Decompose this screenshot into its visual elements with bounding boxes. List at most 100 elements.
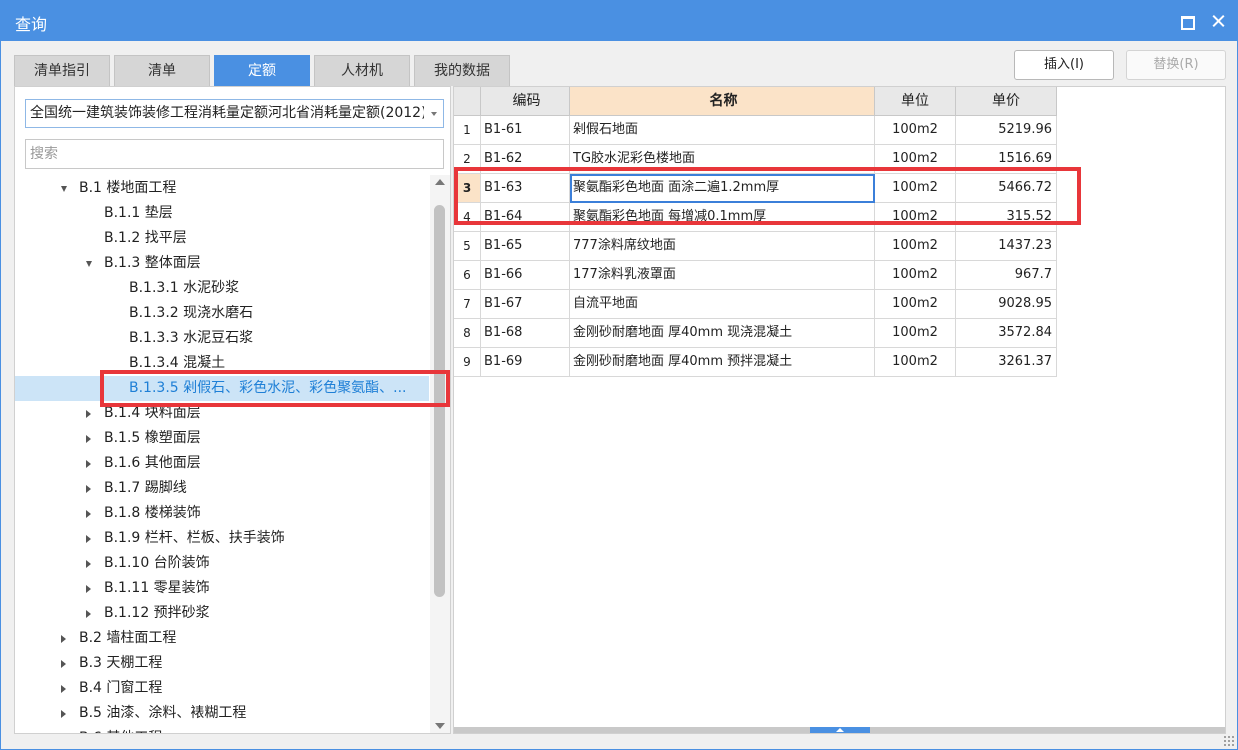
- quota-library-select[interactable]: 全国统一建筑装饰装修工程消耗量定额河北省消耗量定额(2012): [25, 99, 444, 128]
- tab-my-data[interactable]: 我的数据: [414, 55, 510, 86]
- tree-node[interactable]: B.1.3.1 水泥砂浆: [15, 276, 429, 301]
- cell-name[interactable]: 自流平地面: [570, 290, 875, 319]
- row-number[interactable]: 1: [454, 116, 481, 145]
- cell-code[interactable]: B1-69: [481, 348, 570, 377]
- cell-name[interactable]: 金刚砂耐磨地面 厚40mm 预拌混凝土: [570, 348, 875, 377]
- cell-name[interactable]: 剁假石地面: [570, 116, 875, 145]
- tree-node[interactable]: B.1.10 台阶装饰: [15, 551, 429, 576]
- tree-node[interactable]: B.1.4 块料面层: [15, 401, 429, 426]
- tab-list[interactable]: 清单: [114, 55, 210, 86]
- cell-price[interactable]: 5219.96: [956, 116, 1057, 145]
- maximize-icon[interactable]: [1175, 9, 1199, 33]
- cell-unit[interactable]: 100m2: [875, 203, 956, 232]
- cell-price[interactable]: 967.7: [956, 261, 1057, 290]
- cell-name[interactable]: TG胶水泥彩色楼地面: [570, 145, 875, 174]
- cell-unit[interactable]: 100m2: [875, 116, 956, 145]
- cell-code[interactable]: B1-64: [481, 203, 570, 232]
- tree-node[interactable]: B.1.7 踢脚线: [15, 476, 429, 501]
- cell-code[interactable]: B1-68: [481, 319, 570, 348]
- table-row[interactable]: 2 B1-62 TG胶水泥彩色楼地面 100m2 1516.69: [454, 145, 1057, 174]
- table-row[interactable]: 9 B1-69 金刚砂耐磨地面 厚40mm 预拌混凝土 100m2 3261.37: [454, 348, 1057, 377]
- caret-right-icon[interactable]: [86, 485, 91, 493]
- table-row[interactable]: 1 B1-61 剁假石地面 100m2 5219.96: [454, 116, 1057, 145]
- cell-unit[interactable]: 100m2: [875, 174, 956, 203]
- tree-node[interactable]: B.1.3.2 现浇水磨石: [15, 301, 429, 326]
- tree-node[interactable]: B.1.2 找平层: [15, 226, 429, 251]
- column-header-unit[interactable]: 单位: [875, 87, 956, 116]
- cell-price[interactable]: 3572.84: [956, 319, 1057, 348]
- tree-node[interactable]: B.1.12 预拌砂浆: [15, 601, 429, 626]
- cell-code[interactable]: B1-65: [481, 232, 570, 261]
- cell-unit[interactable]: 100m2: [875, 319, 956, 348]
- table-row[interactable]: 5 B1-65 777涂料席纹地面 100m2 1437.23: [454, 232, 1057, 261]
- cell-price[interactable]: 5466.72: [956, 174, 1057, 203]
- tree-node[interactable]: B.1.3.3 水泥豆石浆: [15, 326, 429, 351]
- caret-right-icon[interactable]: [86, 410, 91, 418]
- scroll-up-icon[interactable]: [435, 179, 445, 185]
- table-row[interactable]: 3 B1-63 聚氨酯彩色地面 面涂二遍1.2mm厚 100m2 5466.72: [454, 174, 1057, 203]
- cell-name[interactable]: 777涂料席纹地面: [570, 232, 875, 261]
- cell-unit[interactable]: 100m2: [875, 145, 956, 174]
- cell-unit[interactable]: 100m2: [875, 232, 956, 261]
- row-number[interactable]: 2: [454, 145, 481, 174]
- caret-right-icon[interactable]: [61, 660, 66, 668]
- table-row[interactable]: 8 B1-68 金刚砂耐磨地面 厚40mm 现浇混凝土 100m2 3572.84: [454, 319, 1057, 348]
- row-number[interactable]: 8: [454, 319, 481, 348]
- column-header-price[interactable]: 单价: [956, 87, 1057, 116]
- cell-price[interactable]: 1516.69: [956, 145, 1057, 174]
- caret-right-icon[interactable]: [86, 510, 91, 518]
- scroll-down-icon[interactable]: [435, 723, 445, 729]
- tree-node[interactable]: B.3 天棚工程: [15, 651, 429, 676]
- insert-button[interactable]: 插入(I): [1014, 50, 1114, 80]
- tab-quota[interactable]: 定额: [214, 55, 310, 86]
- cell-name[interactable]: 177涂料乳液罩面: [570, 261, 875, 290]
- row-number[interactable]: 9: [454, 348, 481, 377]
- caret-right-icon[interactable]: [61, 635, 66, 643]
- row-number[interactable]: 3: [454, 174, 481, 203]
- cell-name[interactable]: 金刚砂耐磨地面 厚40mm 现浇混凝土: [570, 319, 875, 348]
- caret-right-icon[interactable]: [86, 610, 91, 618]
- tree-node[interactable]: B.4 门窗工程: [15, 676, 429, 701]
- caret-right-icon[interactable]: [86, 560, 91, 568]
- tree-node[interactable]: B.6 其他工程: [15, 726, 429, 733]
- cell-code[interactable]: B1-61: [481, 116, 570, 145]
- tree-node[interactable]: B.5 油漆、涂料、裱糊工程: [15, 701, 429, 726]
- cell-unit[interactable]: 100m2: [875, 290, 956, 319]
- column-header-code[interactable]: 编码: [481, 87, 570, 116]
- chevron-down-icon[interactable]: [431, 112, 437, 116]
- cell-unit[interactable]: 100m2: [875, 348, 956, 377]
- cell-price[interactable]: 3261.37: [956, 348, 1057, 377]
- tree-node[interactable]: B.1.8 楼梯装饰: [15, 501, 429, 526]
- caret-right-icon[interactable]: [86, 535, 91, 543]
- tree-node[interactable]: B.1 楼地面工程: [15, 176, 429, 201]
- table-row[interactable]: 6 B1-66 177涂料乳液罩面 100m2 967.7: [454, 261, 1057, 290]
- caret-down-icon[interactable]: [86, 261, 92, 267]
- cell-code[interactable]: B1-63: [481, 174, 570, 203]
- table-row[interactable]: 7 B1-67 自流平地面 100m2 9028.95: [454, 290, 1057, 319]
- cell-code[interactable]: B1-62: [481, 145, 570, 174]
- tree-node[interactable]: B.2 墙柱面工程: [15, 626, 429, 651]
- resize-grip-icon[interactable]: [1223, 735, 1235, 747]
- caret-right-icon[interactable]: [61, 710, 66, 718]
- caret-right-icon[interactable]: [86, 585, 91, 593]
- tree-scrollbar[interactable]: [430, 175, 450, 733]
- cell-name[interactable]: 聚氨酯彩色地面 面涂二遍1.2mm厚: [570, 174, 875, 203]
- tab-list-guide[interactable]: 清单指引: [14, 55, 110, 86]
- tree-node[interactable]: B.1.3.4 混凝土: [15, 351, 429, 376]
- search-input[interactable]: [25, 139, 444, 169]
- replace-button[interactable]: 替换(R): [1126, 50, 1226, 80]
- cell-price[interactable]: 315.52: [956, 203, 1057, 232]
- tree-node[interactable]: B.1.3 整体面层: [15, 251, 429, 276]
- row-number[interactable]: 6: [454, 261, 481, 290]
- cell-name[interactable]: 聚氨酯彩色地面 每增减0.1mm厚: [570, 203, 875, 232]
- tree-node[interactable]: B.1.3.5 剁假石、彩色水泥、彩色聚氨酯、...: [15, 376, 429, 401]
- tree-node[interactable]: B.1.6 其他面层: [15, 451, 429, 476]
- table-row[interactable]: 4 B1-64 聚氨酯彩色地面 每增减0.1mm厚 100m2 315.52: [454, 203, 1057, 232]
- column-header-name[interactable]: 名称: [570, 87, 875, 116]
- row-number[interactable]: 5: [454, 232, 481, 261]
- tree-node[interactable]: B.1.11 零星装饰: [15, 576, 429, 601]
- grid-splitter[interactable]: [454, 727, 1225, 733]
- row-number[interactable]: 7: [454, 290, 481, 319]
- cell-price[interactable]: 1437.23: [956, 232, 1057, 261]
- splitter-handle-icon[interactable]: [810, 727, 870, 733]
